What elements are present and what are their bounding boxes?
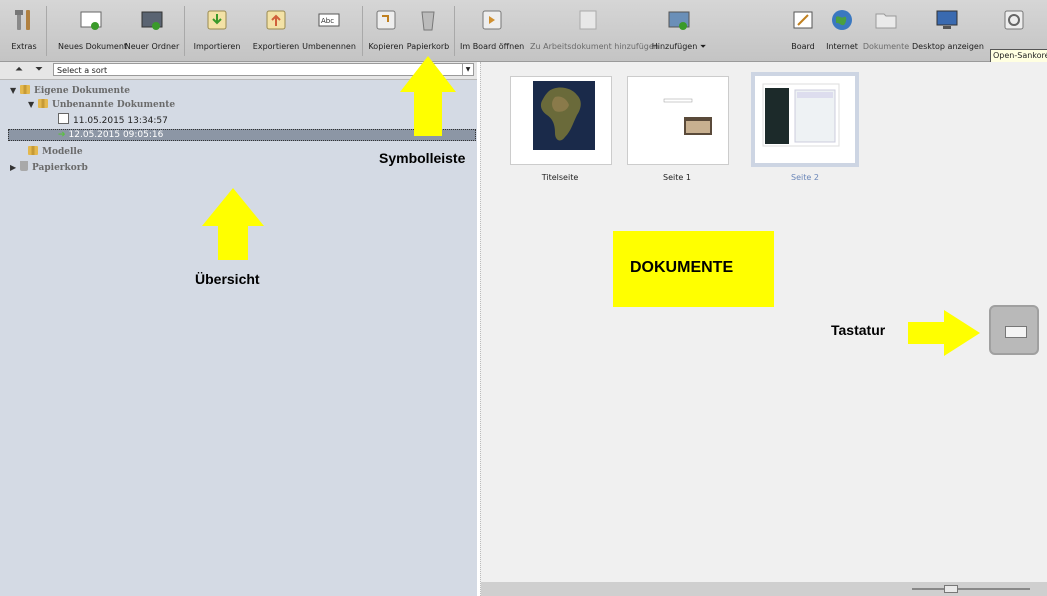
expand-icon: ▼ — [10, 85, 17, 95]
gear-icon — [1004, 10, 1024, 30]
monitor-icon — [936, 10, 958, 29]
africa-map-image — [533, 81, 595, 150]
tools-icon — [15, 10, 30, 30]
import-button[interactable]: Importieren — [190, 0, 244, 61]
page-preview — [663, 98, 712, 135]
page-preview — [762, 83, 840, 147]
svg-text:Abc: Abc — [321, 17, 334, 25]
show-desktop-button[interactable]: Desktop anzeigen — [912, 0, 984, 61]
keyboard-button[interactable] — [989, 305, 1039, 355]
expand-icon: ▼ — [28, 99, 35, 109]
dropdown-arrow-icon: ▼ — [462, 64, 473, 75]
copy-icon — [376, 10, 396, 30]
page-thumbnail-seite-2[interactable] — [751, 72, 859, 167]
page-label: Seite 1 — [663, 173, 691, 182]
rename-button[interactable]: Abc Umbenennen — [302, 0, 356, 61]
zoom-slider-handle[interactable] — [944, 585, 958, 593]
chevron-down-icon: ⏷ — [699, 42, 707, 51]
folder-icon — [875, 13, 897, 29]
zoom-slider[interactable] — [912, 585, 1030, 593]
extras-button[interactable]: Extras — [4, 0, 44, 61]
tree-item-trash[interactable]: ▶ Papierkorb — [10, 161, 88, 173]
arrow-right-icon: ➔ — [58, 130, 66, 140]
trash-icon — [20, 161, 28, 171]
document-tree-panel: ⏶ ⏷ Select a sort ▼ ▼ Eigene Dokumente ▼ U… — [0, 62, 477, 596]
documents-button[interactable]: Dokumente — [862, 0, 910, 61]
export-icon — [266, 10, 286, 30]
page-label: Titelseite — [541, 173, 579, 182]
add-icon — [668, 11, 690, 30]
folder-icon — [38, 99, 48, 108]
overview-annotation-label: Übersicht — [195, 271, 260, 287]
board-button[interactable]: Board — [788, 0, 818, 61]
rename-icon: Abc — [318, 13, 340, 27]
tree-item-document[interactable]: 11.05.2015 13:34:57 — [58, 113, 168, 126]
page-thumbnail-seite-1[interactable] — [627, 76, 729, 165]
internet-button[interactable]: Internet — [822, 0, 862, 61]
status-bar — [481, 582, 1047, 596]
tooltip: Open-Sankoré — [990, 49, 1047, 63]
folder-icon — [28, 146, 38, 155]
new-folder-icon — [141, 11, 163, 30]
right-arrow-annotation-keyboard — [908, 310, 980, 356]
globe-icon — [832, 10, 852, 30]
page-thumbnail-titelseite[interactable] — [510, 76, 612, 165]
add-to-working-doc-button[interactable]: Zu Arbeitsdokument hinzufügen — [530, 0, 659, 61]
trash-icon — [421, 11, 435, 31]
new-folder-button[interactable]: Neuer Ordner — [124, 0, 180, 61]
board-icon — [793, 11, 813, 29]
up-arrow-annotation-toolbar — [400, 56, 456, 136]
documents-annotation-label: DOKUMENTE — [630, 259, 734, 276]
tree-item-models[interactable]: Modelle — [28, 146, 83, 158]
open-in-board-button[interactable]: Im Board öffnen — [460, 0, 524, 61]
up-arrow-annotation-overview — [202, 188, 264, 260]
export-button[interactable]: Exportieren — [246, 0, 306, 61]
tree-item-unnamed-documents[interactable]: ▼ Unbenannte Dokumente — [28, 98, 175, 110]
tree-item-my-documents[interactable]: ▼ Eigene Dokumente — [10, 84, 130, 96]
toolbar-annotation-label: Symbolleiste — [379, 150, 466, 166]
add-working-doc-icon — [579, 10, 597, 30]
folder-icon — [20, 85, 30, 94]
open-board-icon — [482, 10, 502, 30]
sort-down-icon[interactable]: ⏷ — [32, 63, 46, 77]
add-button[interactable]: Hinzufügen ⏷ — [650, 0, 708, 61]
keyboard-icon — [1005, 326, 1027, 338]
sort-up-icon[interactable]: ⏶ — [12, 63, 26, 77]
tree-item-document-selected[interactable]: ➔ 12.05.2015 09:05:16 — [58, 129, 163, 141]
page-label: Seite 2 — [791, 173, 819, 182]
collapse-icon: ▶ — [10, 162, 17, 172]
document-edit-icon — [58, 113, 69, 124]
keyboard-annotation-label: Tastatur — [831, 322, 886, 338]
import-icon — [207, 10, 227, 30]
new-document-icon — [80, 11, 102, 30]
toolbar: Extras Neues Dokument Neuer Ordner Impor… — [0, 0, 1047, 63]
new-document-button[interactable]: Neues Dokument — [58, 0, 127, 61]
